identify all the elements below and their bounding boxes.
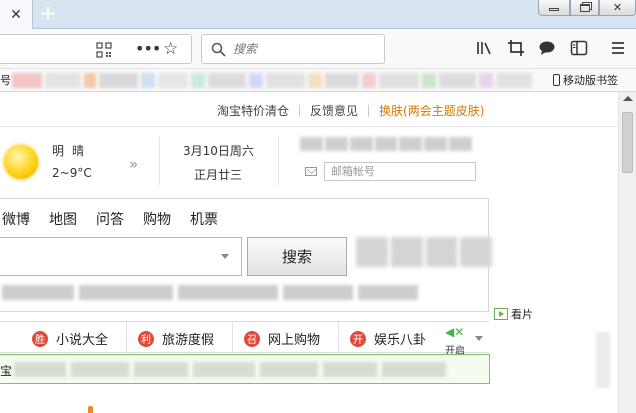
hot-marker-icon: [88, 406, 93, 413]
chevron-down-icon[interactable]: [475, 336, 483, 341]
blurred-side-panel: [596, 332, 610, 388]
weather-temp: 2~9°C: [52, 166, 92, 180]
minimize-icon: [549, 8, 559, 11]
maximize-button[interactable]: [570, 0, 599, 16]
tab-shopping[interactable]: 购物: [143, 209, 171, 229]
hot-link-shopping[interactable]: 召 网上购物: [244, 329, 320, 348]
mobile-bookmarks-label: 移动版书签: [563, 74, 618, 87]
divider: [0, 126, 618, 127]
library-icon[interactable]: [475, 39, 493, 57]
sidebar-icon[interactable]: [570, 39, 588, 57]
feedback-link[interactable]: 反馈意见: [310, 102, 358, 119]
chevron-down-icon[interactable]: [221, 254, 229, 259]
tab-flights[interactable]: 机票: [190, 209, 218, 229]
sun-icon[interactable]: [4, 145, 38, 179]
search-icon: [211, 42, 226, 57]
tab-strip: ✕ + ✕: [0, 0, 636, 29]
hot-links-bar: 胜 小说大全 利 旅游度假 召 网上购物 开 娱乐八卦 ◀✕ 开启: [0, 321, 489, 357]
mobile-bookmarks[interactable]: 移动版书签: [553, 72, 618, 88]
close-tab-icon[interactable]: ✕: [10, 7, 22, 23]
blurred-bookmarks: [12, 73, 532, 88]
hot-link-label: 网上购物: [268, 333, 321, 348]
divider: [299, 104, 301, 117]
mail-icon: [305, 167, 317, 176]
divider: [368, 104, 370, 117]
blurred-mail-links: [300, 137, 473, 151]
scroll-thumb[interactable]: [622, 112, 633, 173]
search-button[interactable]: 搜索: [247, 237, 347, 276]
taobao-link[interactable]: 淘宝特价清仓: [217, 102, 289, 119]
page-search-input[interactable]: [0, 237, 242, 276]
tab-weibo[interactable]: 微博: [2, 209, 30, 229]
divider: [126, 322, 127, 353]
close-window-button[interactable]: ✕: [599, 0, 636, 16]
hot-link-travel[interactable]: 利 旅游度假: [138, 329, 214, 348]
mail-account-input[interactable]: [324, 162, 476, 181]
green-link-item[interactable]: 宝: [0, 362, 12, 379]
speaker-muted-icon[interactable]: ◀✕: [445, 325, 464, 339]
bookmark-star-icon[interactable]: ☆: [163, 39, 178, 59]
hot-link-label: 娱乐八卦: [374, 333, 427, 348]
lunar-date: 正月廿三: [194, 168, 243, 182]
menu-icon[interactable]: [609, 39, 627, 57]
badge-icon: 召: [244, 330, 260, 347]
page-actions-icon[interactable]: •••: [135, 39, 161, 58]
play-icon: [494, 308, 508, 320]
hot-link-label: 旅游度假: [162, 333, 215, 348]
watch-video-label: 看片: [511, 308, 533, 321]
weather-condition[interactable]: 明晴: [52, 142, 92, 159]
qr-code-icon[interactable]: [96, 42, 112, 58]
scroll-up-icon[interactable]: [623, 96, 633, 101]
weather-more-icon[interactable]: »: [129, 155, 138, 173]
hot-link-entertainment[interactable]: 开 娱乐八卦: [350, 329, 426, 348]
solar-date: 3月10日周六: [183, 144, 254, 158]
vertical-scrollbar[interactable]: [618, 92, 636, 413]
blurred-green-links: [14, 362, 446, 377]
nav-bar: ••• ☆: [0, 29, 636, 69]
page-content: 淘宝特价清仓 反馈意见 换肤(两会主题皮肤) 明晴 2~9°C » 3月10日周…: [0, 92, 618, 413]
green-link-bar: 宝: [0, 354, 490, 384]
hot-link-novels[interactable]: 胜 小说大全: [32, 329, 108, 348]
divider: [338, 322, 339, 353]
search-panel: 微博 地图 问答 购物 机票 搜索: [0, 198, 489, 312]
new-tab-icon[interactable]: +: [37, 3, 59, 25]
phone-icon: [553, 74, 560, 86]
restore-icon: [579, 3, 590, 12]
search-box[interactable]: [201, 34, 385, 64]
url-bar[interactable]: ••• ☆: [0, 34, 192, 64]
close-icon: ✕: [612, 1, 623, 14]
skin-link[interactable]: 换肤(两会主题皮肤): [379, 102, 484, 119]
hot-link-label: 小说大全: [56, 333, 109, 348]
tab-qa[interactable]: 问答: [96, 209, 124, 229]
search-tabs: 微博 地图 问答 购物 机票: [2, 209, 237, 229]
badge-icon: 开: [350, 330, 366, 347]
search-input[interactable]: [233, 40, 373, 58]
chat-icon[interactable]: [538, 39, 556, 57]
minimize-button[interactable]: [538, 0, 570, 16]
badge-icon: 胜: [32, 330, 48, 347]
blurred-hot-words: [2, 285, 418, 300]
bookmark-item[interactable]: 号: [0, 72, 11, 88]
divider: [232, 322, 233, 353]
screenshot-icon[interactable]: [507, 39, 525, 57]
top-links: 淘宝特价清仓 反馈意见 换肤(两会主题皮肤): [217, 102, 484, 119]
tab-map[interactable]: 地图: [49, 209, 77, 229]
divider: [159, 137, 160, 185]
watch-video-link[interactable]: 看片: [494, 306, 533, 322]
divider: [278, 137, 279, 185]
bookmarks-bar: 号 移动版书签: [0, 69, 636, 92]
badge-icon: 利: [138, 330, 154, 347]
active-tab[interactable]: ✕: [0, 0, 33, 29]
